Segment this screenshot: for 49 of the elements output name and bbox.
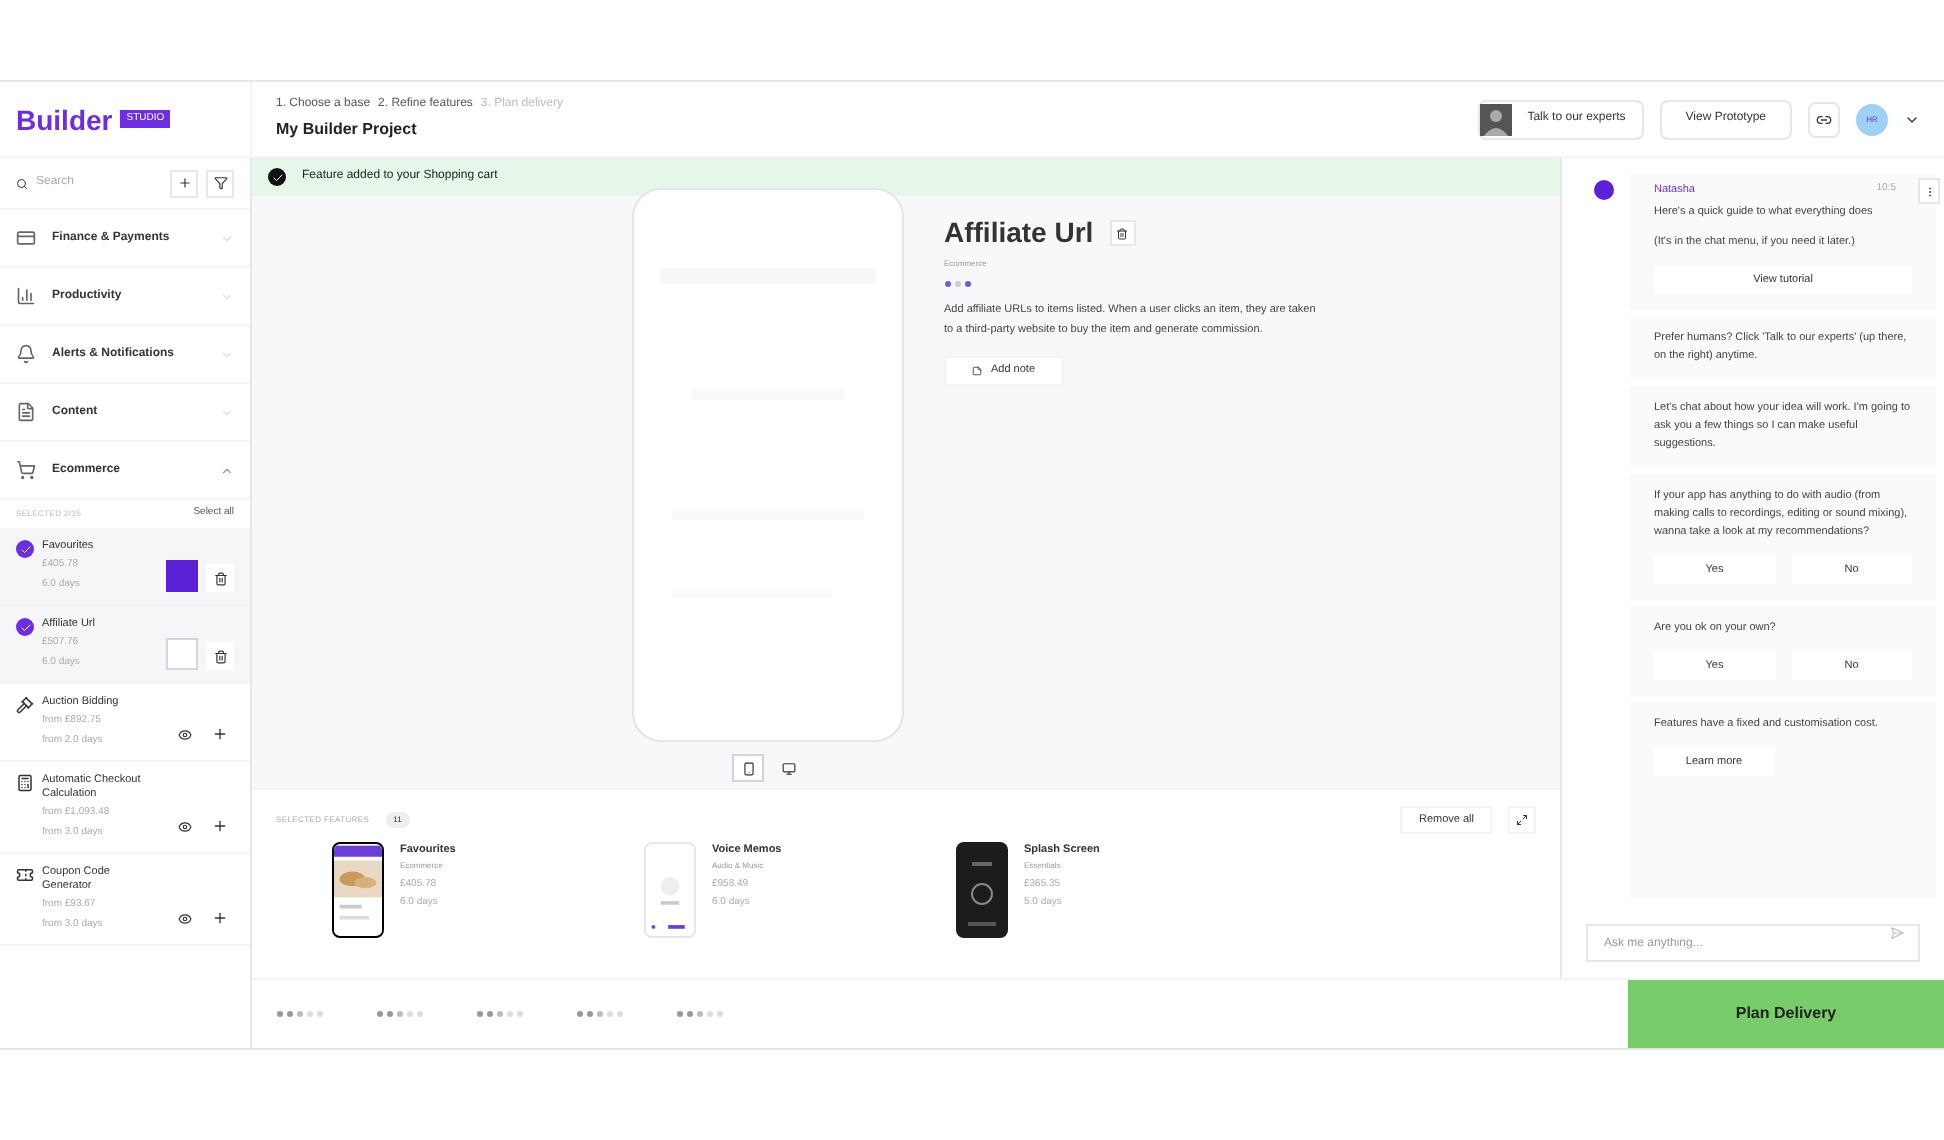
expand-button[interactable] (1508, 806, 1536, 834)
progress-dots-icon (476, 1010, 528, 1018)
category-icon (16, 344, 36, 364)
mobile-view-button[interactable] (732, 754, 764, 782)
filter-icon (213, 176, 227, 190)
trash-icon (213, 649, 227, 663)
dots-indicator (944, 280, 972, 288)
category-icon (16, 460, 36, 480)
eye-icon (177, 911, 191, 925)
checked-icon (16, 540, 34, 558)
feature-icon (16, 696, 34, 714)
delete-button[interactable] (1109, 220, 1136, 246)
eye-icon (177, 819, 191, 833)
delete-button[interactable] (206, 642, 234, 670)
plus-icon (212, 818, 228, 834)
highlight-toggle[interactable] (166, 638, 198, 670)
project-title: My Builder Project (276, 118, 419, 142)
check-icon (268, 168, 286, 186)
plus-icon (212, 726, 228, 742)
delete-button[interactable] (206, 564, 234, 592)
note-icon (972, 366, 983, 376)
logo-wordmark: Builder (16, 105, 113, 133)
plan-delivery-button[interactable]: Plan Delivery (1628, 980, 1944, 1048)
trash-icon (213, 571, 227, 585)
trash-icon (1116, 227, 1129, 239)
progress-dots-icon (276, 1010, 328, 1018)
feature-title: Affiliate Url (944, 214, 1094, 252)
feature-icon (16, 866, 34, 884)
feature-icon (16, 774, 34, 792)
share-button[interactable] (1808, 101, 1840, 137)
add-button[interactable] (170, 169, 198, 197)
avatar-icon (1479, 103, 1512, 135)
bot-avatar (1594, 180, 1614, 200)
progress-dots-icon (376, 1010, 428, 1018)
category-icon (16, 228, 36, 248)
progress-dots-icon (576, 1010, 628, 1018)
category-icon (16, 286, 36, 306)
checked-icon (16, 618, 34, 636)
category-icon (16, 402, 36, 422)
search-icon (16, 177, 28, 189)
phone-icon (741, 761, 755, 775)
monitor-icon (781, 761, 795, 775)
plus-icon (212, 910, 228, 926)
plus-icon (177, 176, 191, 190)
progress-dots-icon (676, 1010, 728, 1018)
link-icon (1816, 111, 1832, 127)
filter-button[interactable] (206, 169, 234, 197)
highlight-toggle[interactable] (166, 560, 198, 592)
eye-icon (177, 727, 191, 741)
